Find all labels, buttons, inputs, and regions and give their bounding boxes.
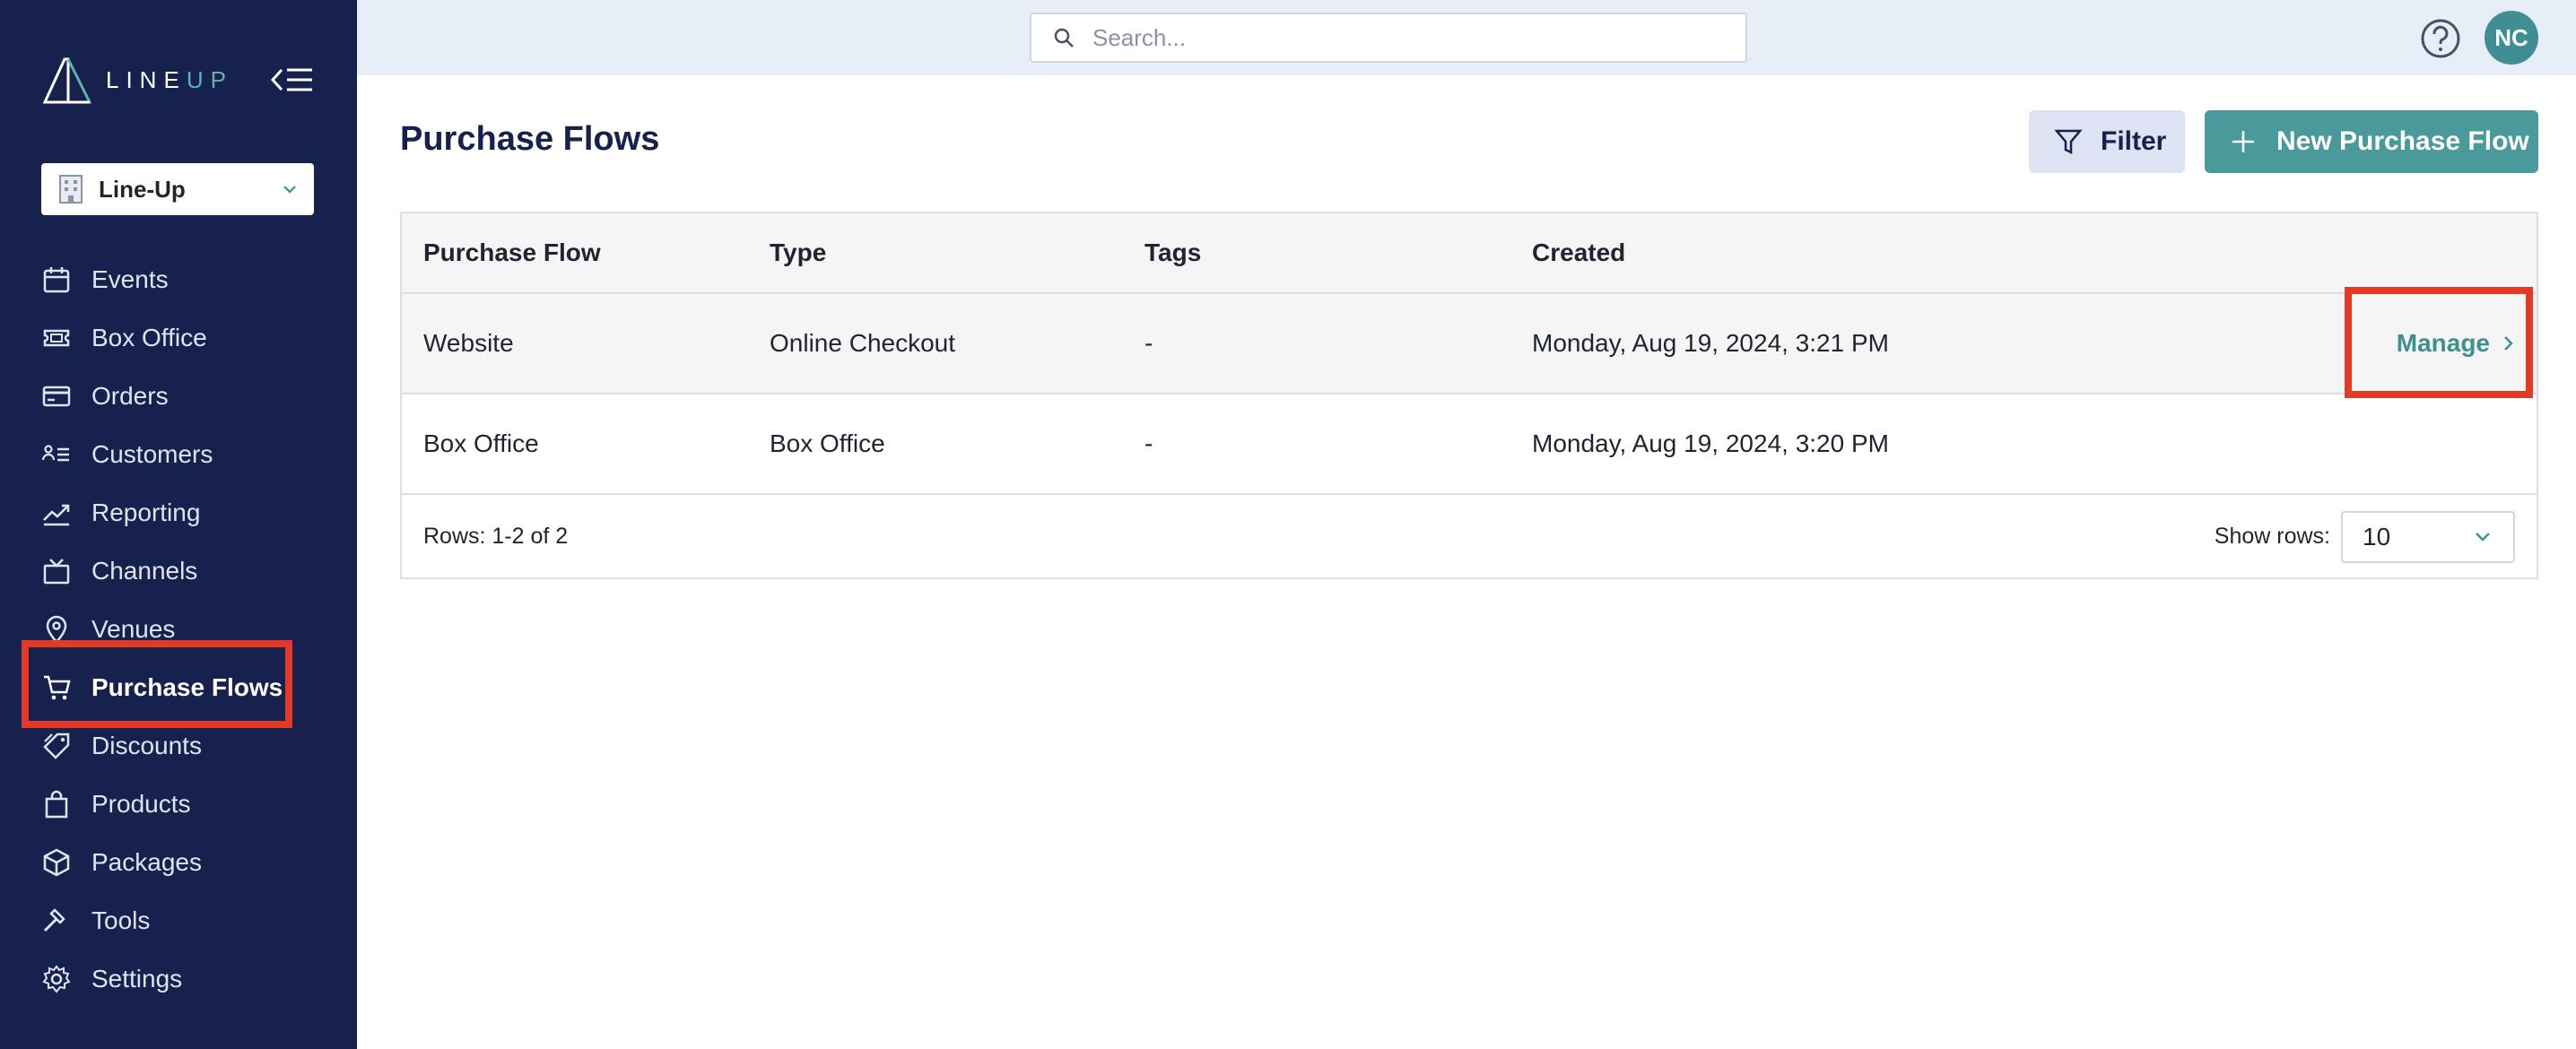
- lineup-logo-icon: [42, 57, 92, 104]
- search-box[interactable]: [1030, 13, 1747, 63]
- organization-select[interactable]: Line-Up: [41, 163, 314, 215]
- sidebar-item-discounts[interactable]: Discounts: [41, 724, 202, 767]
- top-bar: NC: [357, 0, 2576, 75]
- cell-purchase-flow: Website: [423, 329, 514, 357]
- cell-created: Monday, Aug 19, 2024, 3:21 PM: [1532, 329, 1889, 357]
- sidebar-item-label: Orders: [91, 382, 169, 410]
- cell-created: Monday, Aug 19, 2024, 3:20 PM: [1532, 429, 1889, 457]
- map-pin-icon: [41, 614, 72, 645]
- help-button[interactable]: [2420, 18, 2461, 59]
- chevron-down-icon: [2476, 533, 2490, 542]
- plus-icon: [2232, 131, 2254, 152]
- sidebar-item-label: Products: [91, 790, 191, 818]
- cell-type: Box Office: [770, 429, 885, 457]
- credit-card-icon: [41, 381, 72, 412]
- sidebar-item-label: Packages: [91, 848, 202, 876]
- package-box-icon: [41, 847, 72, 878]
- new-purchase-flow-button[interactable]: New Purchase Flow: [2205, 110, 2538, 173]
- table-footer: Rows: 1-2 of 2 Show rows: 10: [402, 495, 2537, 577]
- sidebar-item-label: Tools: [91, 906, 151, 934]
- sidebar-item-orders[interactable]: Orders: [41, 375, 169, 418]
- sidebar-item-label: Channels: [91, 557, 198, 585]
- tv-icon: [41, 556, 72, 586]
- user-avatar[interactable]: NC: [2485, 11, 2538, 65]
- sidebar-item-label: Reporting: [91, 498, 201, 526]
- sidebar-item-products[interactable]: Products: [41, 783, 191, 826]
- manage-link-label: Manage: [2396, 329, 2490, 357]
- show-rows-label: Show rows:: [2214, 523, 2330, 549]
- column-header-purchase-flow[interactable]: Purchase Flow: [423, 213, 601, 292]
- search-input[interactable]: [1092, 23, 1702, 52]
- logo-wordmark: LINEUP: [106, 65, 233, 93]
- column-header-type[interactable]: Type: [770, 213, 826, 292]
- sidebar-item-box-office[interactable]: Box Office: [41, 316, 207, 360]
- column-header-tags[interactable]: Tags: [1144, 213, 1201, 292]
- sidebar-item-purchase-flows[interactable]: Purchase Flows: [41, 666, 283, 709]
- table-row[interactable]: Box Office Box Office - Monday, Aug 19, …: [402, 394, 2537, 495]
- sidebar-item-label: Events: [91, 265, 169, 293]
- sidebar-item-reporting[interactable]: Reporting: [41, 491, 200, 534]
- sidebar-item-label: Purchase Flows: [91, 673, 283, 701]
- building-icon: [59, 175, 83, 204]
- sidebar-item-label: Settings: [91, 965, 183, 993]
- trending-chart-icon: [41, 498, 72, 528]
- sidebar-item-label: Discounts: [91, 732, 202, 759]
- manage-link[interactable]: Manage: [2397, 294, 2515, 393]
- gear-icon: [41, 964, 72, 994]
- sidebar-item-label: Venues: [91, 615, 176, 643]
- sidebar-item-customers[interactable]: Customers: [41, 433, 213, 476]
- cell-type: Online Checkout: [770, 329, 956, 357]
- chevron-right-icon: [2504, 336, 2513, 351]
- hammer-icon: [41, 906, 72, 936]
- organization-select-value: Line-Up: [99, 175, 186, 203]
- shopping-bag-icon: [41, 789, 72, 819]
- new-purchase-flow-label: New Purchase Flow: [2276, 126, 2529, 156]
- rows-per-page-value: 10: [2363, 523, 2391, 551]
- sidebar-item-events[interactable]: Events: [41, 258, 169, 301]
- search-icon: [1054, 28, 1074, 48]
- sidebar: LINEUP Line-Up Events Box Office Orders …: [0, 0, 357, 1049]
- filter-button-label: Filter: [2101, 126, 2167, 156]
- filter-button[interactable]: Filter: [2029, 110, 2185, 173]
- sidebar-item-packages[interactable]: Packages: [41, 841, 202, 884]
- table-header: Purchase Flow Type Tags Created: [402, 213, 2537, 294]
- cell-purchase-flow: Box Office: [423, 429, 539, 457]
- cell-tags: -: [1144, 429, 1153, 457]
- help-circle-icon: [2421, 19, 2460, 58]
- cell-tags: -: [1144, 329, 1153, 357]
- calendar-icon: [41, 264, 72, 295]
- sidebar-item-label: Customers: [91, 440, 213, 468]
- collapse-sidebar-button[interactable]: [270, 65, 314, 95]
- page-title: Purchase Flows: [400, 120, 660, 158]
- filter-funnel-icon: [2054, 129, 2083, 155]
- sidebar-item-label: Box Office: [91, 324, 207, 351]
- table-row[interactable]: Website Online Checkout - Monday, Aug 19…: [402, 294, 2537, 394]
- lineup-logo[interactable]: LINEUP: [41, 56, 233, 104]
- ticket-icon: [41, 323, 72, 353]
- collapse-menu-icon: [270, 68, 312, 91]
- rows-per-page-select[interactable]: 10: [2341, 511, 2515, 563]
- tag-icon: [41, 731, 72, 761]
- shopping-cart-icon: [41, 672, 72, 703]
- column-header-created[interactable]: Created: [1532, 213, 1625, 292]
- chevron-down-icon: [283, 186, 296, 194]
- sidebar-item-settings[interactable]: Settings: [41, 958, 182, 1001]
- sidebar-item-tools[interactable]: Tools: [41, 899, 150, 942]
- rows-count: Rows: 1-2 of 2: [423, 523, 569, 549]
- purchase-flows-table: Purchase Flow Type Tags Created Website …: [400, 212, 2538, 579]
- customers-list-icon: [41, 439, 72, 470]
- sidebar-item-venues[interactable]: Venues: [41, 608, 175, 651]
- sidebar-item-channels[interactable]: Channels: [41, 550, 197, 593]
